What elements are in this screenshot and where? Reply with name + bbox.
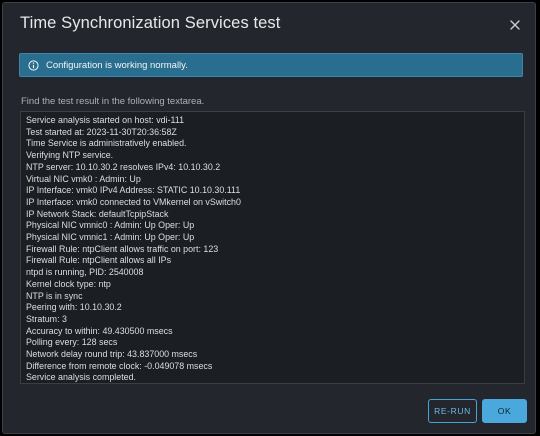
info-icon bbox=[28, 59, 39, 71]
result-line: IP Interface: vmk0 IPv4 Address: STATIC … bbox=[26, 185, 241, 196]
textarea-hint: Find the test result in the following te… bbox=[21, 96, 205, 107]
result-line: NTP is in sync bbox=[26, 290, 83, 301]
result-line: ntpd is running, PID: 2540008 bbox=[26, 267, 144, 278]
result-line: Accuracy to within: 49.430500 msecs bbox=[26, 325, 173, 336]
result-line: Time Service is administratively enabled… bbox=[26, 138, 187, 149]
result-line: Firewall Rule: ntpClient allows all IPs bbox=[26, 255, 172, 266]
result-line: IP Network Stack: defaultTcpipStack bbox=[26, 208, 169, 219]
result-line: Network delay round trip: 43.837000 msec… bbox=[26, 349, 198, 360]
dialog-title: Time Synchronization Services test bbox=[20, 14, 281, 32]
result-line: NTP server: 10.10.30.2 resolves IPv4: 10… bbox=[26, 161, 221, 172]
result-line: Service analysis started on host: vdi-11… bbox=[26, 115, 185, 125]
result-line: Physical NIC vmnic0 : Admin: Up Oper: Up bbox=[26, 220, 195, 231]
result-line: Difference from remote clock: -0.049078 … bbox=[26, 360, 213, 371]
close-icon[interactable] bbox=[507, 17, 523, 33]
time-sync-test-dialog: Time Synchronization Services test Confi… bbox=[2, 2, 536, 434]
result-line: Kernel clock type: ntp bbox=[26, 278, 111, 289]
alert-message: Configuration is working normally. bbox=[46, 59, 188, 71]
result-line: Service analysis completed. bbox=[26, 372, 137, 383]
rerun-button[interactable]: RE-RUN bbox=[428, 399, 477, 423]
result-textarea[interactable]: Service analysis started on host: vdi-11… bbox=[20, 111, 525, 384]
result-line: Peering with: 10.10.30.2 bbox=[26, 302, 122, 313]
ok-button[interactable]: OK bbox=[482, 399, 527, 423]
result-line: Firewall Rule: ntpClient allows traffic … bbox=[26, 243, 219, 254]
result-line: Physical NIC vmnic1 : Admin: Up Oper: Up bbox=[26, 232, 195, 243]
result-line: Test started at: 2023-11-30T20:36:58Z bbox=[26, 126, 177, 137]
result-line: Stratum: 3 bbox=[26, 313, 67, 324]
result-line: Polling every: 128 secs bbox=[26, 337, 118, 348]
result-line: Verifying NTP service. bbox=[26, 150, 114, 161]
result-line: Virtual NIC vmk0 : Admin: Up bbox=[26, 173, 141, 184]
info-alert: Configuration is working normally. bbox=[19, 53, 523, 77]
result-line: IP Interface: vmk0 connected to VMkernel… bbox=[26, 196, 241, 207]
